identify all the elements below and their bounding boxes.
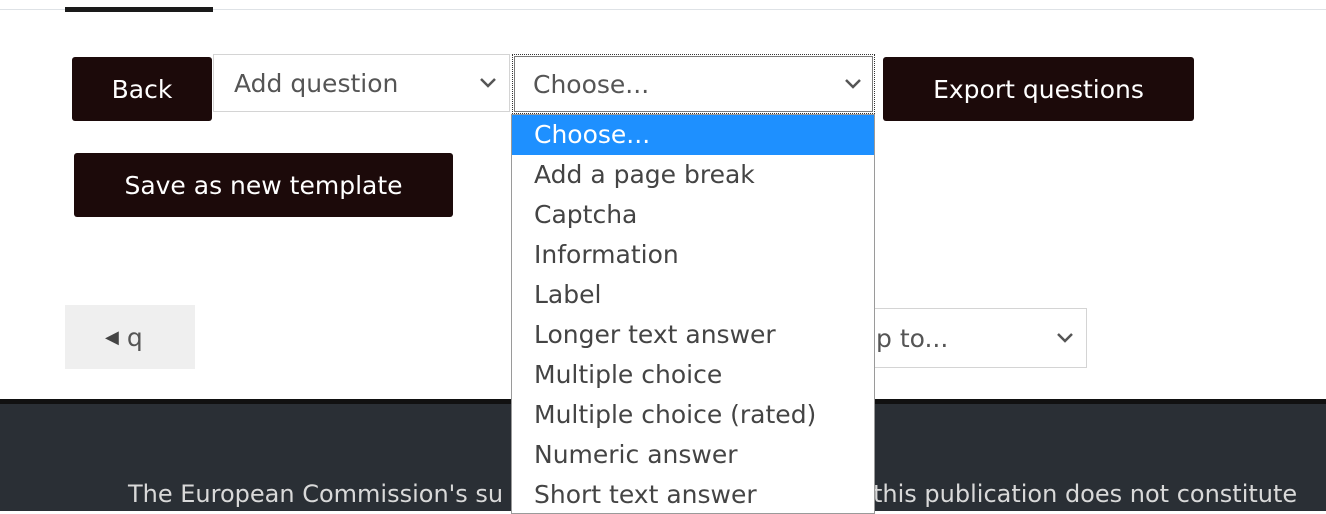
save-as-template-button[interactable]: Save as new template — [74, 153, 453, 217]
footer-disclaimer-right: this publication does not constitute — [873, 480, 1298, 508]
active-tab-indicator — [65, 7, 213, 12]
jump-to-value: p to... — [876, 323, 949, 353]
dropdown-option[interactable]: Short text answer — [512, 475, 874, 513]
chevron-down-icon — [1057, 333, 1073, 343]
footer-disclaimer-left: The European Commission's su — [128, 480, 504, 508]
dropdown-option[interactable]: Label — [512, 275, 874, 315]
dropdown-option[interactable]: Captcha — [512, 195, 874, 235]
dropdown-option[interactable]: Longer text answer — [512, 315, 874, 355]
dropdown-option[interactable]: Information — [512, 235, 874, 275]
dropdown-option[interactable]: Multiple choice — [512, 355, 874, 395]
question-type-select[interactable]: Choose... — [512, 54, 875, 114]
add-question-select[interactable]: Add question — [213, 54, 510, 112]
dropdown-option[interactable]: Add a page break — [512, 155, 874, 195]
dropdown-option[interactable]: Numeric answer — [512, 435, 874, 475]
triangle-left-icon: ◀ — [105, 326, 119, 348]
export-questions-button[interactable]: Export questions — [883, 57, 1194, 121]
previous-page-button[interactable]: ◀ q — [65, 305, 195, 369]
chevron-down-icon — [845, 79, 861, 89]
chevron-down-icon — [480, 78, 496, 88]
dropdown-option[interactable]: Multiple choice (rated) — [512, 395, 874, 435]
back-button[interactable]: Back — [72, 57, 212, 121]
previous-page-label: q — [126, 322, 143, 352]
dropdown-option[interactable]: Choose... — [512, 115, 874, 155]
add-question-value: Add question — [234, 69, 399, 98]
question-type-dropdown-list[interactable]: Choose... Add a page break Captcha Infor… — [511, 114, 875, 514]
question-type-value: Choose... — [533, 69, 650, 99]
